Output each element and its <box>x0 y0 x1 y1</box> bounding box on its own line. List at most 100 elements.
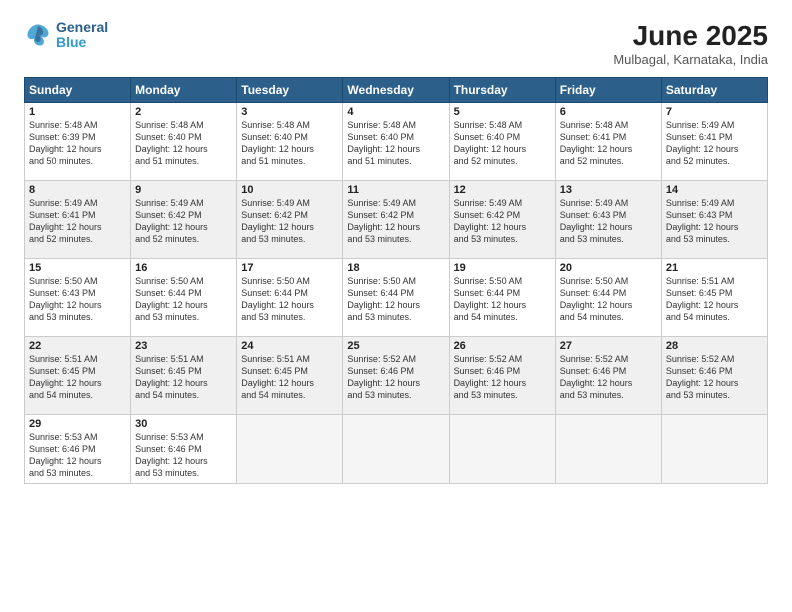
col-friday: Friday <box>555 78 661 103</box>
cell-info: Sunrise: 5:51 AMSunset: 6:45 PMDaylight:… <box>29 353 126 402</box>
table-row <box>343 415 449 484</box>
month-title: June 2025 <box>613 20 768 52</box>
col-sunday: Sunday <box>25 78 131 103</box>
table-row: 20Sunrise: 5:50 AMSunset: 6:44 PMDayligh… <box>555 259 661 337</box>
col-thursday: Thursday <box>449 78 555 103</box>
page: General Blue June 2025 Mulbagal, Karnata… <box>0 0 792 612</box>
cell-info: Sunrise: 5:49 AMSunset: 6:43 PMDaylight:… <box>560 197 657 246</box>
col-tuesday: Tuesday <box>237 78 343 103</box>
table-row: 30Sunrise: 5:53 AMSunset: 6:46 PMDayligh… <box>131 415 237 484</box>
cell-info: Sunrise: 5:50 AMSunset: 6:44 PMDaylight:… <box>347 275 444 324</box>
day-number: 24 <box>241 340 338 352</box>
calendar-body: 1Sunrise: 5:48 AMSunset: 6:39 PMDaylight… <box>25 103 768 484</box>
day-number: 6 <box>560 106 657 118</box>
col-monday: Monday <box>131 78 237 103</box>
day-number: 4 <box>347 106 444 118</box>
day-number: 29 <box>29 418 126 430</box>
day-number: 17 <box>241 262 338 274</box>
cell-info: Sunrise: 5:48 AMSunset: 6:41 PMDaylight:… <box>560 119 657 168</box>
day-number: 15 <box>29 262 126 274</box>
day-number: 18 <box>347 262 444 274</box>
table-row: 25Sunrise: 5:52 AMSunset: 6:46 PMDayligh… <box>343 337 449 415</box>
calendar-row: 1Sunrise: 5:48 AMSunset: 6:39 PMDaylight… <box>25 103 768 181</box>
day-number: 23 <box>135 340 232 352</box>
day-number: 19 <box>454 262 551 274</box>
table-row: 27Sunrise: 5:52 AMSunset: 6:46 PMDayligh… <box>555 337 661 415</box>
table-row: 29Sunrise: 5:53 AMSunset: 6:46 PMDayligh… <box>25 415 131 484</box>
day-number: 30 <box>135 418 232 430</box>
cell-info: Sunrise: 5:51 AMSunset: 6:45 PMDaylight:… <box>666 275 763 324</box>
header: General Blue June 2025 Mulbagal, Karnata… <box>24 20 768 67</box>
table-row: 8Sunrise: 5:49 AMSunset: 6:41 PMDaylight… <box>25 181 131 259</box>
table-row: 6Sunrise: 5:48 AMSunset: 6:41 PMDaylight… <box>555 103 661 181</box>
cell-info: Sunrise: 5:51 AMSunset: 6:45 PMDaylight:… <box>241 353 338 402</box>
cell-info: Sunrise: 5:48 AMSunset: 6:39 PMDaylight:… <box>29 119 126 168</box>
table-row: 12Sunrise: 5:49 AMSunset: 6:42 PMDayligh… <box>449 181 555 259</box>
calendar-row: 29Sunrise: 5:53 AMSunset: 6:46 PMDayligh… <box>25 415 768 484</box>
header-row: Sunday Monday Tuesday Wednesday Thursday… <box>25 78 768 103</box>
day-number: 28 <box>666 340 763 352</box>
table-row: 16Sunrise: 5:50 AMSunset: 6:44 PMDayligh… <box>131 259 237 337</box>
table-row: 17Sunrise: 5:50 AMSunset: 6:44 PMDayligh… <box>237 259 343 337</box>
cell-info: Sunrise: 5:50 AMSunset: 6:44 PMDaylight:… <box>560 275 657 324</box>
day-number: 21 <box>666 262 763 274</box>
table-row: 22Sunrise: 5:51 AMSunset: 6:45 PMDayligh… <box>25 337 131 415</box>
cell-info: Sunrise: 5:50 AMSunset: 6:44 PMDaylight:… <box>241 275 338 324</box>
table-row: 21Sunrise: 5:51 AMSunset: 6:45 PMDayligh… <box>661 259 767 337</box>
day-number: 5 <box>454 106 551 118</box>
table-row: 15Sunrise: 5:50 AMSunset: 6:43 PMDayligh… <box>25 259 131 337</box>
cell-info: Sunrise: 5:49 AMSunset: 6:42 PMDaylight:… <box>347 197 444 246</box>
day-number: 13 <box>560 184 657 196</box>
logo: General Blue <box>24 20 108 51</box>
cell-info: Sunrise: 5:52 AMSunset: 6:46 PMDaylight:… <box>560 353 657 402</box>
col-wednesday: Wednesday <box>343 78 449 103</box>
day-number: 9 <box>135 184 232 196</box>
cell-info: Sunrise: 5:49 AMSunset: 6:43 PMDaylight:… <box>666 197 763 246</box>
day-number: 26 <box>454 340 551 352</box>
cell-info: Sunrise: 5:53 AMSunset: 6:46 PMDaylight:… <box>29 431 126 480</box>
day-number: 8 <box>29 184 126 196</box>
day-number: 12 <box>454 184 551 196</box>
day-number: 7 <box>666 106 763 118</box>
calendar-row: 22Sunrise: 5:51 AMSunset: 6:45 PMDayligh… <box>25 337 768 415</box>
cell-info: Sunrise: 5:48 AMSunset: 6:40 PMDaylight:… <box>135 119 232 168</box>
col-saturday: Saturday <box>661 78 767 103</box>
table-row: 4Sunrise: 5:48 AMSunset: 6:40 PMDaylight… <box>343 103 449 181</box>
cell-info: Sunrise: 5:49 AMSunset: 6:42 PMDaylight:… <box>135 197 232 246</box>
day-number: 3 <box>241 106 338 118</box>
day-number: 14 <box>666 184 763 196</box>
day-number: 22 <box>29 340 126 352</box>
table-row: 5Sunrise: 5:48 AMSunset: 6:40 PMDaylight… <box>449 103 555 181</box>
cell-info: Sunrise: 5:50 AMSunset: 6:43 PMDaylight:… <box>29 275 126 324</box>
cell-info: Sunrise: 5:50 AMSunset: 6:44 PMDaylight:… <box>454 275 551 324</box>
cell-info: Sunrise: 5:53 AMSunset: 6:46 PMDaylight:… <box>135 431 232 480</box>
calendar: Sunday Monday Tuesday Wednesday Thursday… <box>24 77 768 484</box>
calendar-row: 8Sunrise: 5:49 AMSunset: 6:41 PMDaylight… <box>25 181 768 259</box>
cell-info: Sunrise: 5:50 AMSunset: 6:44 PMDaylight:… <box>135 275 232 324</box>
table-row: 10Sunrise: 5:49 AMSunset: 6:42 PMDayligh… <box>237 181 343 259</box>
day-number: 2 <box>135 106 232 118</box>
table-row: 2Sunrise: 5:48 AMSunset: 6:40 PMDaylight… <box>131 103 237 181</box>
calendar-header: Sunday Monday Tuesday Wednesday Thursday… <box>25 78 768 103</box>
day-number: 16 <box>135 262 232 274</box>
table-row: 28Sunrise: 5:52 AMSunset: 6:46 PMDayligh… <box>661 337 767 415</box>
table-row: 1Sunrise: 5:48 AMSunset: 6:39 PMDaylight… <box>25 103 131 181</box>
cell-info: Sunrise: 5:52 AMSunset: 6:46 PMDaylight:… <box>347 353 444 402</box>
table-row <box>661 415 767 484</box>
cell-info: Sunrise: 5:49 AMSunset: 6:42 PMDaylight:… <box>241 197 338 246</box>
table-row: 24Sunrise: 5:51 AMSunset: 6:45 PMDayligh… <box>237 337 343 415</box>
calendar-row: 15Sunrise: 5:50 AMSunset: 6:43 PMDayligh… <box>25 259 768 337</box>
table-row: 13Sunrise: 5:49 AMSunset: 6:43 PMDayligh… <box>555 181 661 259</box>
cell-info: Sunrise: 5:49 AMSunset: 6:41 PMDaylight:… <box>666 119 763 168</box>
table-row: 18Sunrise: 5:50 AMSunset: 6:44 PMDayligh… <box>343 259 449 337</box>
day-number: 10 <box>241 184 338 196</box>
location: Mulbagal, Karnataka, India <box>613 52 768 67</box>
cell-info: Sunrise: 5:49 AMSunset: 6:42 PMDaylight:… <box>454 197 551 246</box>
day-number: 11 <box>347 184 444 196</box>
cell-info: Sunrise: 5:48 AMSunset: 6:40 PMDaylight:… <box>454 119 551 168</box>
cell-info: Sunrise: 5:48 AMSunset: 6:40 PMDaylight:… <box>347 119 444 168</box>
table-row: 3Sunrise: 5:48 AMSunset: 6:40 PMDaylight… <box>237 103 343 181</box>
table-row <box>555 415 661 484</box>
table-row <box>237 415 343 484</box>
day-number: 20 <box>560 262 657 274</box>
